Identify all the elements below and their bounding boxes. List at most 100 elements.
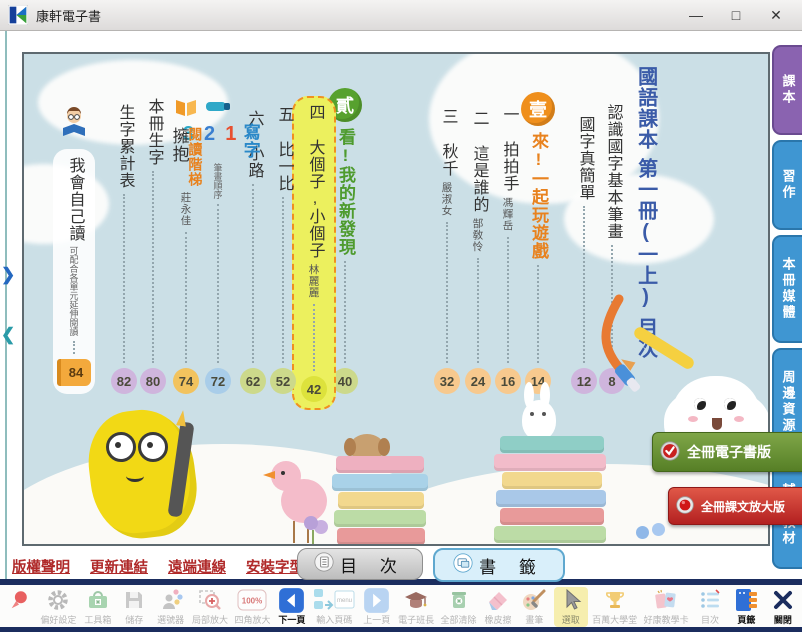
toc-entry-author: 莊永佳 [179,192,194,227]
bottom-toolbar: 偏好設定工具箱儲存選號器局部放大 100% 四角放大下一頁menu輸入頁碼上一頁電子… [0,585,802,627]
toolbar-toolbox-button[interactable]: 工具箱 [81,587,115,627]
toolbar-clear-all-button[interactable]: 全部清除 [439,587,479,627]
flower-decoration [300,516,340,546]
page-tabs-icon [733,588,759,612]
book-stack-bunny-illustration [492,404,612,546]
toolbar-prev-page-button[interactable]: 上一頁 [360,587,394,627]
page-number-badge[interactable]: 80 [140,368,166,394]
footer-link-copyright[interactable]: 版權聲明 [12,556,70,577]
zoom-area-icon [198,588,222,612]
toolbar-zoom-corner-button[interactable]: 100% 四角放大 [232,587,272,627]
toc-entry-title: 國字真簡單 [576,116,593,201]
bookmark-tag-icon [453,553,473,578]
toc-entry-6[interactable]: 三 秋千嚴淑女32 [429,108,465,394]
banner-label: 全冊電子書版 [687,442,771,462]
toc-entry-5[interactable]: 二 這是誰的郜敎怜24 [460,110,496,394]
page-number-badge[interactable]: 24 [465,368,491,394]
check-icon [659,440,681,465]
page-number-badge[interactable]: 32 [434,368,460,394]
toc-text-segment: 一 拍拍手 [500,106,517,192]
toc-entry-title: 我會自己讀 [66,157,83,242]
toc-entry-subnote: 筆畫順序 [212,163,225,199]
sidebar-tab-strip: 課本習作本冊媒體周邊資源輔助教材雙頁 [772,45,802,630]
toolbar-next-page-button[interactable]: 下一頁 [275,587,309,627]
dotted-leader [123,194,125,363]
dotted-leader [507,237,509,364]
toolbar-label: 四角放大 [234,613,270,626]
sidebar-tab-label: 周邊資源 [779,370,798,434]
toolbar-close-x-button[interactable]: 關閉 [766,587,800,627]
full-ebook-version-button[interactable]: 全冊電子書版 [652,432,802,472]
dotted-leader [344,261,346,363]
minimize-button[interactable]: — [676,0,716,30]
page-number-badge[interactable]: 72 [205,368,231,394]
dotted-leader [73,341,75,354]
toolbar-label: 全部清除 [441,613,477,626]
toolbar-toc-list-button[interactable]: 目次 [693,587,727,627]
full-text-enlarged-version-button[interactable]: 全冊課文放大版 [668,487,802,525]
toolbar-paintbrush-button[interactable]: 畫筆 [517,587,551,627]
toolbar-label: 選取 [562,613,580,626]
toc-entry-body: 三 秋千嚴淑女32 [429,108,465,394]
toc-entry-15[interactable]: 我會自己讀可配合各單元延伸閱讀84 [56,106,92,394]
toolbar-save-button[interactable]: 儲存 [117,587,151,627]
toc-entry-12[interactable]: 閱讀階梯擁抱莊永佳74 [168,98,204,394]
tab-bookmarks[interactable]: 書 籤 [433,548,565,582]
toolbar-teaching-cards-button[interactable]: 好康教學卡 [642,587,691,627]
page-number-badge[interactable]: 16 [495,368,521,394]
toolbar-label: 工具箱 [84,613,111,626]
book-stack-illustration [332,446,432,546]
footer-links: 版權聲明更新連結遠端連線安裝字型 [12,556,304,577]
toolbar-label: 好康教學卡 [644,613,689,626]
dotted-leader [185,232,187,364]
toolbar-pin-button[interactable] [2,587,36,614]
toolbar-class-captain-button[interactable]: 電子班長 [396,587,436,627]
maximize-button[interactable]: □ [716,0,756,30]
quiz-trophy-icon [603,588,627,612]
clear-all-icon [447,588,471,612]
page-number-badge[interactable]: 62 [240,368,266,394]
dotted-leader [446,222,448,364]
toolbar-label: 橡皮擦 [484,613,511,626]
toc-entry-11[interactable]: 寫字123筆畫順序72 [200,98,236,394]
toc-entry-body: 二 這是誰的郜敎怜24 [460,110,496,394]
svg-text:100%: 100% [242,597,262,606]
toolbar-quiz-trophy-button[interactable]: 百萬大學堂 [590,587,639,627]
title-bar: 康軒電子書 — □ ✕ [0,0,802,31]
toc-entry-title: 本冊生字 [145,98,162,166]
separator-bar [0,627,802,632]
toc-entry-14[interactable]: 生字累計表 82 [106,104,142,394]
pen-icon [205,98,231,119]
sidebar-tab-textbook[interactable]: 課本 [772,45,802,135]
footer-link-update[interactable]: 更新連結 [90,556,148,577]
tab-table-of-contents[interactable]: 目 次 [297,548,423,580]
toolbar-zoom-area-button[interactable]: 局部放大 [190,587,230,627]
toolbar-number-picker-button[interactable]: 選號器 [154,587,188,627]
toolbar-settings-gear-button[interactable]: 偏好設定 [38,587,78,627]
page-number-badge[interactable]: 84 [57,359,91,386]
page-number-badge[interactable]: 74 [173,368,199,394]
close-button[interactable]: ✕ [756,0,796,30]
unit-badge: 壹 [521,92,555,126]
toc-entry-title: 二 這是誰的 [470,110,487,213]
page-forward-arrow[interactable]: ❯ [1,265,15,285]
toolbar-eraser-button[interactable]: 橡皮擦 [481,587,515,627]
toolbar-page-tabs-button[interactable]: 頁籤 [729,587,763,627]
footer-link-fonts[interactable]: 安裝字型 [246,556,304,577]
toolbar-select-cursor-button[interactable]: 選取 [554,587,588,627]
toc-entry-body: 閱讀階梯擁抱莊永佳74 [168,127,204,394]
dotted-leader [217,204,219,363]
sidebar-tab-media[interactable]: 本冊媒體 [772,235,802,343]
toc-entry-title: 認識國字基本筆畫 [604,104,621,240]
page-number-badge[interactable]: 52 [270,368,296,394]
page-number-badge[interactable]: 82 [111,368,137,394]
toc-text-segment: 四 大個子,小個子 [306,104,323,259]
toolbar-page-input-button[interactable]: menu輸入頁碼 [311,587,357,627]
footer-link-remote[interactable]: 遠端連線 [168,556,226,577]
toc-entry-title: 生字累計表 [116,104,133,189]
sidebar-tab-workbook[interactable]: 習作 [772,140,802,230]
toolbar-label: 選號器 [157,613,184,626]
toc-entry-author: 嚴淑女 [440,182,455,217]
page-number-badge[interactable]: 42 [301,376,327,402]
page-back-arrow[interactable]: ❮ [1,325,15,345]
